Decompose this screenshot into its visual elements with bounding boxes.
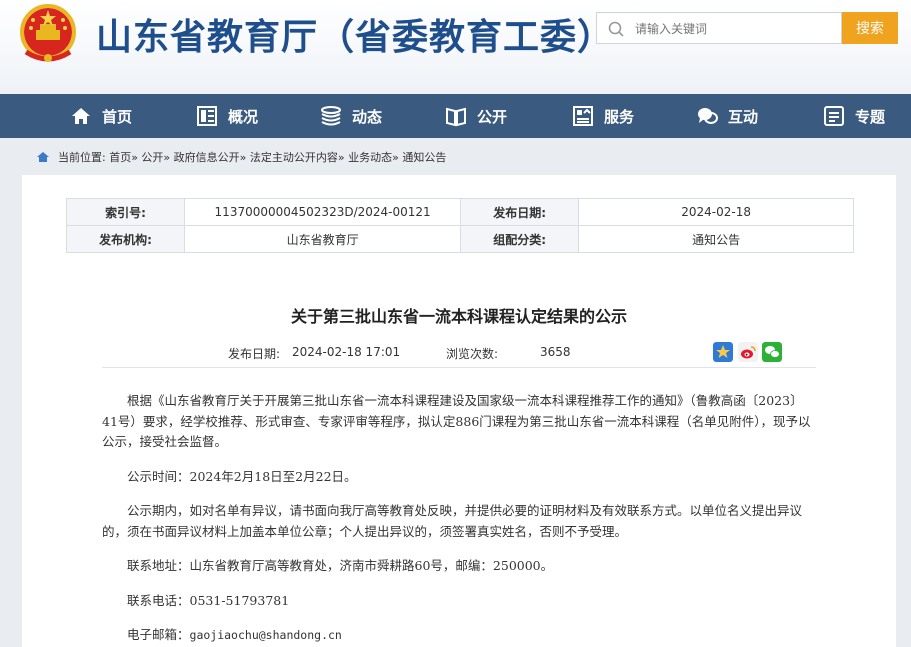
views-value: 3658 bbox=[540, 345, 571, 359]
article-body: 根据《山东省教育厅关于开展第三批山东省一流本科课程建设及国家级一流本科课程推荐工… bbox=[102, 391, 816, 647]
table-row: 索引号: 11370000004502323D/2024-00121 发布日期:… bbox=[65, 198, 854, 226]
date-label: 发布日期: bbox=[460, 198, 580, 226]
org-value: 山东省教育厅 bbox=[184, 225, 462, 253]
breadcrumb-home-icon bbox=[37, 152, 49, 162]
nav-item-service[interactable]: 服务 bbox=[572, 94, 634, 138]
paragraph: 根据《山东省教育厅关于开展第三批山东省一流本科课程建设及国家级一流本科课程推荐工… bbox=[102, 393, 811, 449]
paragraph: 电子邮箱：gaojiaochu@shandong.cn bbox=[102, 625, 816, 646]
content-card: 索引号: 11370000004502323D/2024-00121 发布日期:… bbox=[22, 175, 896, 647]
book-icon bbox=[446, 107, 466, 127]
paragraph: 公示期内，如对名单有异议，请书面向我厅高等教育处反映，并提供必要的证明材料及有效… bbox=[102, 503, 803, 539]
views-label: 浏览次数: bbox=[446, 347, 499, 361]
site-title: 山东省教育厅（省委教育工委） bbox=[96, 17, 615, 58]
phone-value: 0531-51793781 bbox=[189, 592, 290, 608]
favorite-star-icon[interactable] bbox=[713, 342, 733, 362]
group-label: 组配分类: bbox=[460, 225, 580, 253]
search-input[interactable] bbox=[633, 18, 837, 40]
email-label: 电子邮箱： bbox=[127, 627, 190, 642]
search-icon bbox=[608, 21, 624, 37]
article-title: 关于第三批山东省一流本科课程认定结果的公示 bbox=[290, 307, 627, 326]
nav-item-news[interactable]: 动态 bbox=[320, 94, 382, 138]
index-label: 索引号: bbox=[65, 198, 186, 226]
service-icon bbox=[573, 106, 593, 126]
weibo-icon[interactable] bbox=[738, 342, 758, 362]
nav-item-overview[interactable]: 概况 bbox=[196, 94, 258, 138]
nav-item-interact[interactable]: 互动 bbox=[696, 94, 758, 138]
chat-icon bbox=[698, 108, 718, 124]
publish-value: 2024-02-18 17:01 bbox=[292, 345, 401, 359]
metadata-table: 索引号: 11370000004502323D/2024-00121 发布日期:… bbox=[65, 198, 854, 253]
nav-label: 服务 bbox=[604, 107, 635, 126]
page: 山东省教育厅（省委教育工委） 搜索 首页 概况 bbox=[0, 0, 911, 647]
nav-label: 首页 bbox=[102, 107, 133, 126]
nav-label: 动态 bbox=[352, 107, 383, 126]
breadcrumb: 当前位置: 首页» 公开» 政府信息公开» 法定主动公开内容» 业务动态» 通知… bbox=[36, 147, 446, 167]
paragraph: 联系地址：山东省教育厅高等教育处，济南市舜耕路60号，邮编：250000。 bbox=[127, 558, 554, 573]
index-value: 11370000004502323D/2024-00121 bbox=[184, 198, 462, 226]
nav-label: 概况 bbox=[228, 107, 259, 126]
wechat-icon[interactable] bbox=[762, 342, 782, 362]
nav-label: 专题 bbox=[855, 107, 886, 126]
breadcrumb-text[interactable]: 当前位置: 首页» 公开» 政府信息公开» 法定主动公开内容» 业务动态» 通知… bbox=[58, 149, 446, 165]
paragraph: 公示时间：2024年2月18日至2月22日。 bbox=[127, 468, 357, 484]
nav-label: 公开 bbox=[477, 107, 508, 126]
nav-item-home[interactable]: 首页 bbox=[70, 94, 132, 138]
email-value[interactable]: gaojiaochu@shandong.cn bbox=[190, 628, 342, 642]
publish-label: 发布日期: bbox=[228, 347, 281, 361]
site-header: 山东省教育厅（省委教育工委） 搜索 bbox=[0, 0, 911, 94]
nav-label: 互动 bbox=[728, 107, 759, 126]
nav-item-topic[interactable]: 专题 bbox=[823, 94, 885, 138]
nav-item-public[interactable]: 公开 bbox=[445, 94, 507, 138]
home-icon bbox=[72, 108, 90, 124]
org-label: 发布机构: bbox=[65, 225, 186, 253]
news-icon bbox=[321, 106, 341, 126]
phone-label: 联系电话： bbox=[127, 592, 190, 608]
paragraph: 联系电话：0531-51793781 bbox=[102, 591, 816, 612]
national-emblem-icon bbox=[20, 4, 76, 62]
search-button[interactable]: 搜索 bbox=[842, 12, 898, 44]
search-box[interactable] bbox=[596, 12, 842, 44]
main-nav: 首页 概况 动态 公开 服务 互动 专题 bbox=[0, 94, 911, 138]
table-row: 发布机构: 山东省教育厅 组配分类: 通知公告 bbox=[65, 225, 854, 253]
topic-icon bbox=[824, 106, 844, 126]
group-value: 通知公告 bbox=[578, 225, 854, 253]
date-value: 2024-02-18 bbox=[578, 198, 854, 226]
overview-icon bbox=[197, 106, 217, 126]
article-info: 发布日期: 2024-02-18 17:01 浏览次数: 3658 bbox=[102, 337, 816, 368]
